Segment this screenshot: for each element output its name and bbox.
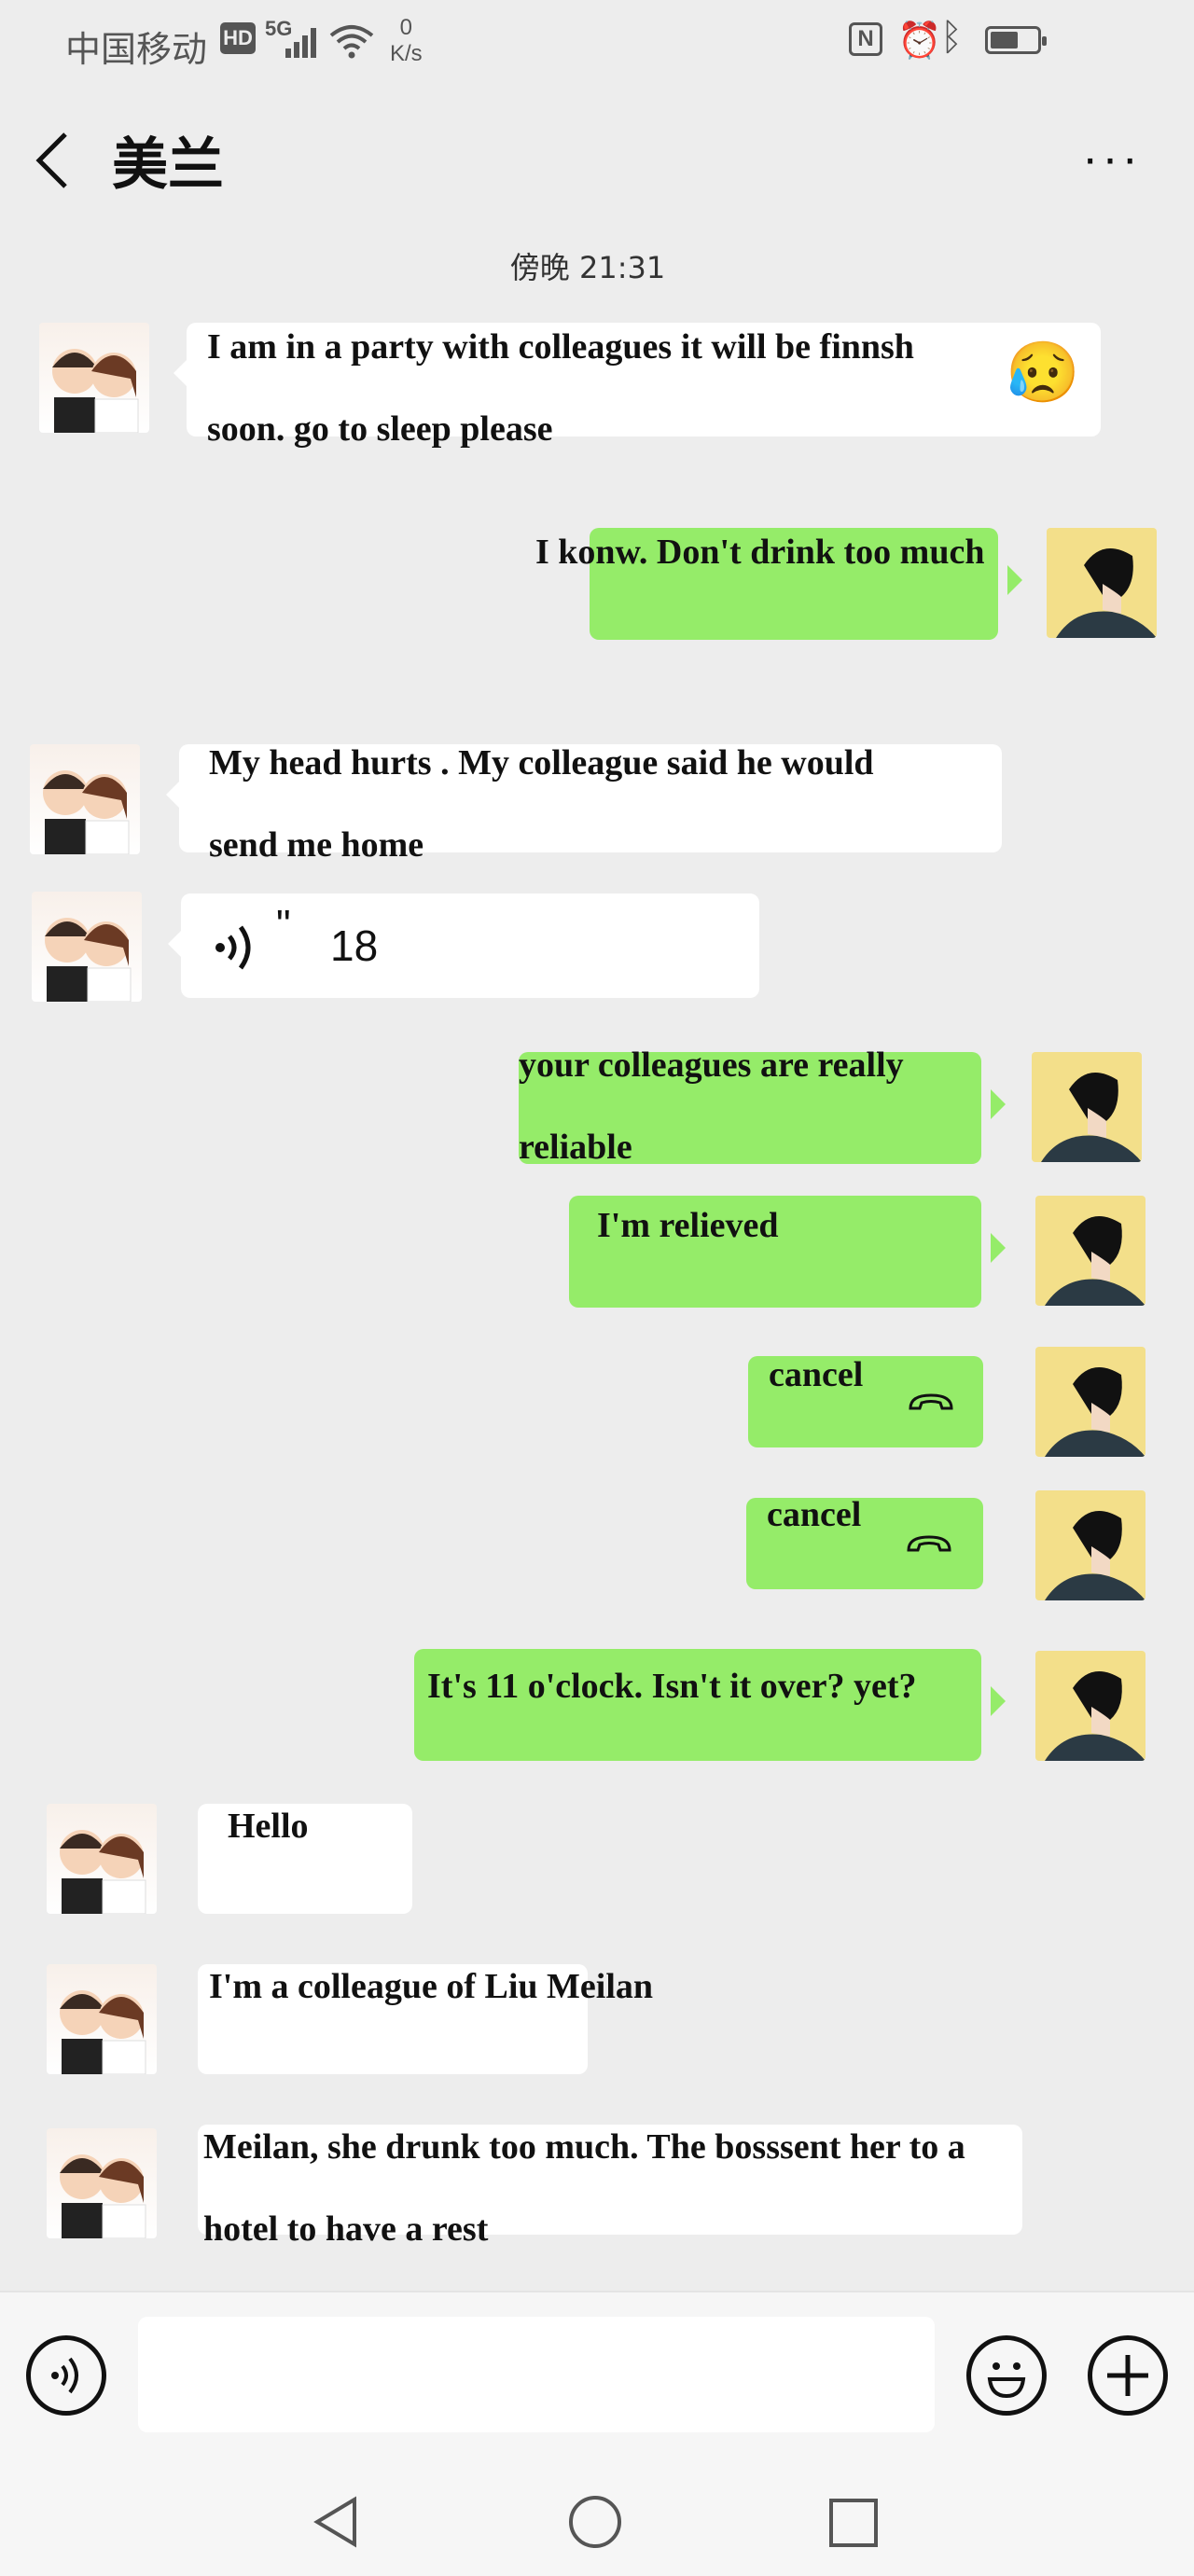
- net-speed-value: 0: [399, 15, 413, 40]
- hd-badge: HD: [220, 22, 256, 54]
- message-bubble-sent[interactable]: your colleagues are really reliable: [519, 1046, 1006, 1167]
- message-bubble-received[interactable]: I am in a party with colleagues it will …: [174, 323, 1101, 449]
- message-bubble-sent[interactable]: It's 11 o'clock. Isn't it over? yet?: [414, 1649, 1006, 1761]
- message-bubble-received[interactable]: My head hurts . My colleague said he wou…: [166, 743, 1002, 865]
- plus-icon[interactable]: [1088, 2335, 1168, 2416]
- call-cancelled-bubble[interactable]: cancel: [746, 1495, 983, 1589]
- battery-icon: [985, 26, 1047, 54]
- voice-duration: 18: [330, 921, 379, 970]
- more-options-icon[interactable]: ···: [1082, 134, 1142, 183]
- contact-avatar[interactable]: [39, 323, 149, 433]
- voice-message-bubble[interactable]: " 18: [168, 893, 759, 998]
- message-bubble-sent[interactable]: I konw. Don't drink too much: [535, 528, 1022, 640]
- call-status-text: cancel: [769, 1355, 864, 1394]
- message-text: My head hurts . My colleague said he wou…: [209, 743, 874, 782]
- nfc-icon: N: [849, 22, 882, 56]
- call-status-text: cancel: [767, 1495, 862, 1534]
- message-text: soon. go to sleep please: [207, 409, 553, 449]
- hangup-phone-icon: [907, 1535, 951, 1552]
- back-arrow-icon[interactable]: [32, 131, 73, 190]
- signal-bars-icon: [285, 26, 323, 58]
- my-avatar[interactable]: [1035, 1490, 1145, 1600]
- voice-icon[interactable]: [26, 2335, 106, 2416]
- contact-avatar[interactable]: [47, 1804, 157, 1914]
- my-avatar[interactable]: [1035, 1651, 1145, 1761]
- bluetooth-icon: ᛒ: [940, 17, 963, 58]
- message-text: I'm a colleague of Liu Meilan: [209, 1967, 654, 2006]
- message-text: Hello: [228, 1807, 309, 1846]
- contact-avatar[interactable]: [47, 2128, 157, 2238]
- recents-square-icon[interactable]: [828, 2498, 879, 2548]
- net-speed-unit: K/s: [390, 41, 423, 66]
- hangup-phone-icon: [909, 1393, 953, 1410]
- contact-avatar[interactable]: [30, 744, 140, 854]
- message-timestamp: 傍晚 21:31: [509, 250, 666, 285]
- voice-quote-mark: ": [276, 902, 291, 948]
- call-cancelled-bubble[interactable]: cancel: [748, 1355, 983, 1447]
- voice-wave-icon: [215, 925, 251, 970]
- carrier-name: 中国移动: [65, 31, 208, 70]
- back-triangle-icon[interactable]: [312, 2496, 364, 2548]
- wifi-icon: [329, 25, 374, 59]
- my-avatar[interactable]: [1035, 1347, 1145, 1457]
- status-bar: 中国移动 HD 5G 0 K/s N ⏰ ᛒ: [0, 0, 1194, 84]
- my-avatar[interactable]: [1047, 528, 1157, 638]
- contact-avatar[interactable]: [47, 1964, 157, 2074]
- message-text: I konw. Don't drink too much: [535, 533, 985, 572]
- net-speed: 0 K/s: [390, 15, 423, 67]
- message-text: send me home: [209, 825, 424, 865]
- message-text: I am in a party with colleagues it will …: [207, 327, 914, 367]
- my-avatar[interactable]: [1032, 1052, 1142, 1162]
- message-text: Meilan, she drunk too much. The bosssent…: [203, 2127, 965, 2167]
- contact-avatar[interactable]: [32, 892, 142, 1002]
- message-text: reliable: [519, 1128, 632, 1167]
- chat-title: 美兰: [112, 132, 224, 198]
- my-avatar[interactable]: [1035, 1196, 1145, 1306]
- message-bubble-received[interactable]: Meilan, she drunk too much. The bosssent…: [198, 2125, 1022, 2249]
- alarm-icon: ⏰: [897, 21, 942, 61]
- message-bubble-received[interactable]: I'm a colleague of Liu Meilan: [198, 1964, 653, 2074]
- worried-emoji-icon: 😥: [1006, 339, 1080, 406]
- message-text: I'm relieved: [597, 1206, 779, 1245]
- message-bubble-sent[interactable]: I'm relieved: [569, 1196, 1006, 1308]
- message-text: hotel to have a rest: [203, 2209, 489, 2249]
- home-circle-icon[interactable]: [567, 2494, 623, 2550]
- message-bubble-received[interactable]: Hello: [198, 1804, 412, 1914]
- message-input[interactable]: [138, 2317, 935, 2432]
- message-text: your colleagues are really: [519, 1046, 904, 1085]
- emoji-icon[interactable]: [966, 2335, 1047, 2416]
- message-text: It's 11 o'clock. Isn't it over? yet?: [427, 1667, 917, 1706]
